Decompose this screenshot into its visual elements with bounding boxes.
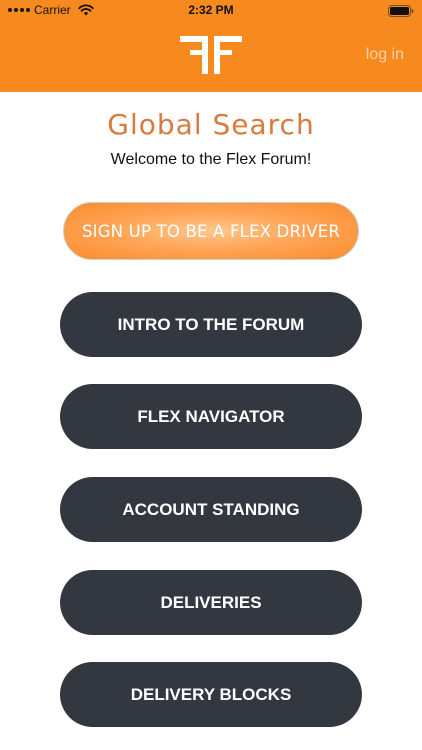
app-header: log in xyxy=(0,22,422,92)
deliveries-button[interactable]: DELIVERIES xyxy=(60,570,362,635)
flex-forum-logo xyxy=(180,36,242,74)
delivery-blocks-button[interactable]: DELIVERY BLOCKS xyxy=(60,662,362,727)
battery-icon xyxy=(388,5,414,17)
welcome-text: Welcome to the Flex Forum! xyxy=(110,151,312,168)
intro-to-forum-button[interactable]: INTRO TO THE FORUM xyxy=(60,292,362,357)
page-title: Global Search xyxy=(107,108,315,141)
status-time: 2:32 PM xyxy=(188,3,234,17)
status-bar: Carrier 2:32 PM xyxy=(0,0,422,22)
login-link[interactable]: log in xyxy=(366,46,404,64)
account-standing-button[interactable]: ACCOUNT STANDING xyxy=(60,477,362,542)
signup-flex-driver-button[interactable]: SIGN UP TO BE A FLEX DRIVER xyxy=(63,202,359,260)
flex-navigator-button[interactable]: FLEX NAVIGATOR xyxy=(60,384,362,449)
